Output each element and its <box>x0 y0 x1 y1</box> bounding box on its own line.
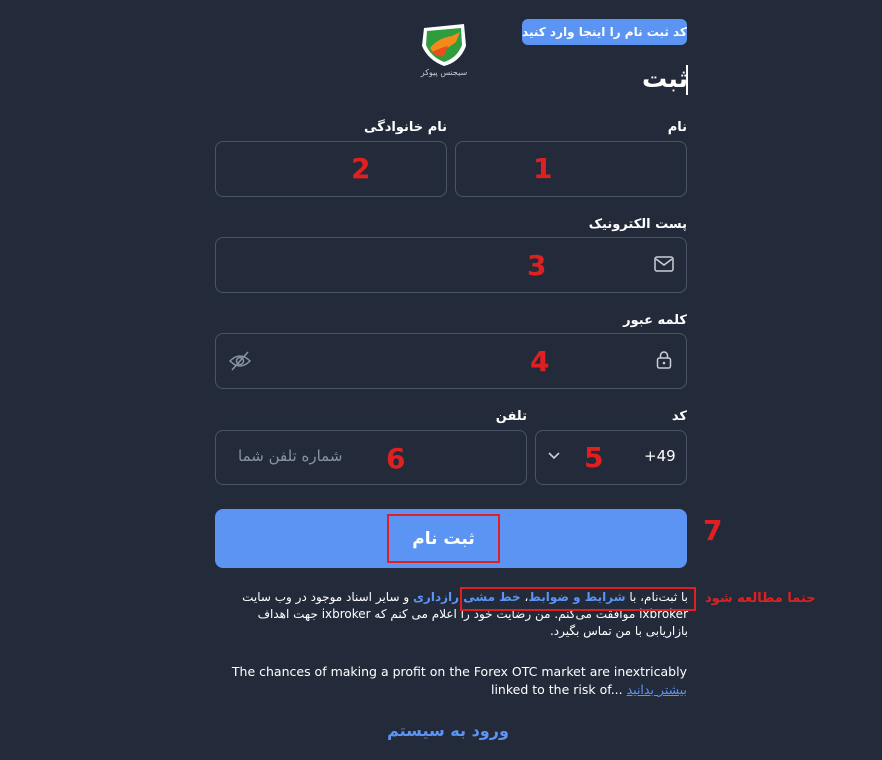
country-code-label: کد <box>671 409 687 424</box>
login-link[interactable]: ورود به سیستم <box>350 721 546 740</box>
page-title: ثبت <box>641 64 688 93</box>
must-read-annotation: حتما مطالعه شود <box>705 591 816 606</box>
shield-logo-icon <box>422 24 466 66</box>
risk-disclaimer: The chances of making a profit on the Fo… <box>200 663 687 699</box>
annotation-marker-5: 5 <box>584 441 604 474</box>
annotation-marker-1: 1 <box>533 152 553 185</box>
password-input[interactable] <box>215 333 687 389</box>
last-name-label: نام خانوادگی <box>364 120 447 135</box>
annotation-marker-4: 4 <box>530 345 550 378</box>
learn-more-link[interactable]: بیشتر بدانید <box>627 682 687 697</box>
register-button-label[interactable]: ثبت نام <box>387 514 500 563</box>
annotation-marker-3: 3 <box>527 249 547 282</box>
email-label: پست الکترونیک <box>588 217 687 232</box>
risk-text: The chances of making a profit on the Fo… <box>231 664 687 697</box>
email-input[interactable] <box>215 237 687 293</box>
annotation-marker-7: 7 <box>703 514 723 547</box>
eye-off-icon[interactable] <box>228 350 252 372</box>
first-name-input[interactable] <box>455 141 687 197</box>
phone-label: تلفن <box>495 409 527 424</box>
first-name-label: نام <box>667 120 687 135</box>
phone-placeholder: شماره تلفن شما <box>238 447 343 465</box>
last-name-input[interactable] <box>215 141 447 197</box>
logo-caption: سیجنس پیوکر <box>420 68 468 77</box>
text-cursor <box>686 65 688 95</box>
promo-code-button[interactable]: کد ثبت نام را اینجا وارد کنید <box>522 19 687 45</box>
chevron-down-icon <box>547 451 561 461</box>
brand-logo: سیجنس پیوکر <box>416 20 472 80</box>
envelope-icon <box>654 256 674 272</box>
annotation-marker-6: 6 <box>386 442 406 475</box>
country-code-value: +49 <box>644 447 676 465</box>
terms-highlight-box <box>460 587 696 611</box>
password-label: کلمه عبور <box>623 313 687 328</box>
lock-icon <box>656 350 672 370</box>
annotation-marker-2: 2 <box>351 152 371 185</box>
